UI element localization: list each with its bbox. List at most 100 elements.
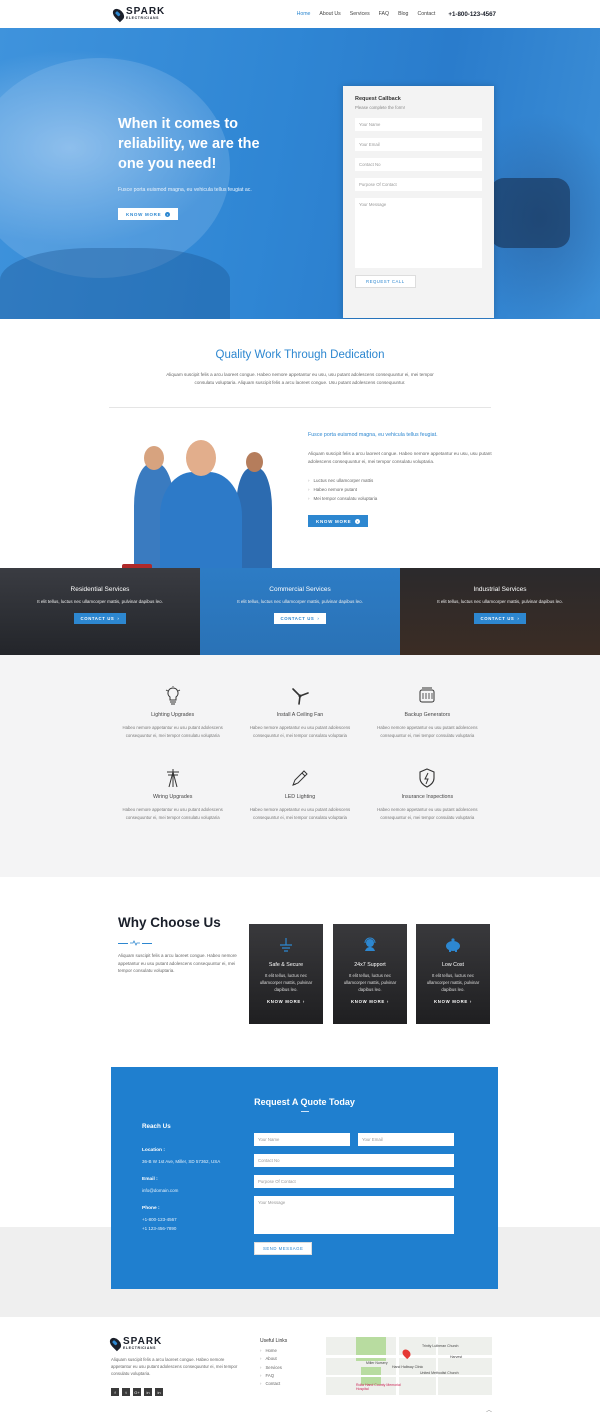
main-menu: Home About Us Services FAQ Blog Contact … — [297, 11, 496, 18]
feature-title: Wiring Upgrades — [152, 794, 193, 800]
quote-contact-field[interactable]: Contact No — [254, 1154, 454, 1167]
why-card-text: It elit tellus, luctus nec ullamcorper m… — [259, 973, 313, 992]
arrow-right-icon: › — [317, 616, 320, 621]
contact-us-button[interactable]: CONTACT US › — [273, 613, 327, 624]
instagram-icon[interactable]: in — [144, 1388, 152, 1396]
bolt-icon — [110, 6, 127, 22]
menu-faq[interactable]: FAQ — [379, 11, 389, 17]
callback-purpose-field[interactable]: Purpose Of Contact — [355, 178, 482, 191]
map-label: United Methodist Church — [420, 1371, 459, 1375]
send-message-button[interactable]: SEND MESSAGE — [254, 1242, 313, 1255]
request-call-button[interactable]: REQUEST CALL — [355, 275, 416, 288]
chevron-up-icon[interactable]: ︿ — [486, 1405, 492, 1414]
location-label: Location : — [142, 1148, 165, 1153]
twitter-icon[interactable]: t — [122, 1388, 130, 1396]
top-nav: SPARK ELECTRICIANS Home About Us Service… — [0, 0, 600, 28]
hero-paragraph: Fusce porta euismod magna, eu vehicula t… — [118, 187, 252, 193]
team-photo — [118, 424, 293, 584]
feature-item: Lighting Upgrades Habeo nemore appetantu… — [109, 685, 236, 739]
footer-link-home[interactable]: Home — [260, 1348, 287, 1353]
team-block: Fusce porta euismod magna, eu vehicula t… — [0, 408, 600, 582]
logo[interactable]: SPARK ELECTRICIANS — [110, 6, 165, 22]
team-know-more-button[interactable]: KNOW MORE › — [308, 515, 369, 527]
quote-message-field[interactable]: Your Message — [254, 1196, 454, 1234]
footer-link-faq[interactable]: FAQ — [260, 1373, 287, 1378]
hero-headline: When it comes to reliability, we are the… — [118, 116, 260, 172]
hero-section: When it comes to reliability, we are the… — [0, 28, 600, 319]
quote-purpose-field[interactable]: Purpose Of Contact — [254, 1175, 454, 1188]
footer-link-services[interactable]: Services — [260, 1365, 287, 1370]
links-title: Useful Links — [260, 1338, 288, 1344]
know-more-link[interactable]: KNOW MORE › — [416, 999, 490, 1004]
callback-message-field[interactable]: Your Message — [355, 198, 482, 268]
team-button-label: KNOW MORE — [316, 518, 352, 524]
menu-home[interactable]: Home — [297, 11, 311, 17]
service-text: It elit tellus, luctus nec ullamcorper m… — [37, 599, 163, 604]
quote-title: Request A Quote Today — [254, 1097, 355, 1107]
list-item: Luctus nec ullamcorper mattis — [308, 476, 498, 485]
why-card-title: Low Cost — [441, 962, 465, 968]
feature-title: Insurance Inspections — [401, 794, 454, 800]
list-item: Mei tempor consulatu voluptaria — [308, 494, 498, 503]
quote-email-field[interactable]: Your Email — [358, 1133, 454, 1146]
callback-name-field[interactable]: Your Name — [355, 118, 482, 131]
button-label: CONTACT US — [280, 616, 315, 621]
footer-link-contact[interactable]: Contact — [260, 1381, 287, 1386]
quality-title: Quality Work Through Dedication — [215, 349, 385, 361]
menu-contact[interactable]: Contact — [417, 11, 435, 17]
hero-know-more-button[interactable]: KNOW MORE › — [118, 208, 179, 220]
generator-icon — [364, 685, 491, 707]
headset-icon — [333, 936, 407, 954]
services-strip: Residential Services It elit tellus, luc… — [0, 568, 600, 655]
feature-item: Install A Ceiling Fan Habeo nemore appet… — [236, 685, 363, 739]
shield-icon — [364, 767, 491, 789]
footer-logo[interactable]: SPARK ELECTRICIANS — [107, 1335, 162, 1352]
facebook-icon[interactable]: f — [111, 1388, 119, 1396]
callback-title: Request Callback — [355, 96, 401, 102]
feature-item: Backup Generators Habeo nemore appetantu… — [364, 685, 491, 739]
location-map[interactable]: Trinity Lutheran Church Miller Nursery H… — [326, 1337, 492, 1395]
service-residential: Residential Services It elit tellus, luc… — [0, 568, 200, 655]
email-value[interactable]: info@domain.com — [142, 1187, 237, 1194]
why-intro: Why Choose Us Aliquam suscipit felis a a… — [118, 915, 238, 975]
contact-us-button[interactable]: CONTACT US › — [73, 613, 127, 624]
contact-us-button[interactable]: CONTACT US › — [473, 613, 527, 624]
phone-value[interactable]: +1 123-456-7890 — [142, 1225, 237, 1232]
useful-links: Useful Links Home About Services FAQ Con… — [260, 1338, 287, 1386]
know-more-link[interactable]: KNOW MORE › — [249, 999, 323, 1004]
feature-text: Habeo nemore appetantur eu usu putant ad… — [249, 807, 351, 820]
feature-title: Install A Ceiling Fan — [276, 712, 324, 718]
bullet-list: Luctus nec ullamcorper mattis Habeo nemo… — [308, 476, 498, 503]
know-more-link[interactable]: KNOW MORE › — [333, 999, 407, 1004]
map-label: Hand Hallway Clinic — [392, 1365, 424, 1369]
map-label: Harvest — [450, 1355, 463, 1359]
callback-form: Request Callback Please complete the for… — [343, 86, 494, 318]
footer-link-about[interactable]: About — [260, 1356, 287, 1361]
hero-background-shape — [0, 248, 230, 319]
linkedin-icon[interactable]: in — [155, 1388, 163, 1396]
logo-subtitle: ELECTRICIANS — [126, 16, 160, 21]
service-industrial: Industrial Services It elit tellus, luct… — [400, 568, 600, 655]
quote-name-field[interactable]: Your Name — [254, 1133, 350, 1146]
quality-lead: Aliquam suscipit felis a arcu laoreet co… — [166, 372, 434, 385]
phone-value[interactable]: +1-800-123-4567 — [142, 1216, 237, 1223]
menu-blog[interactable]: Blog — [398, 11, 408, 17]
menu-services[interactable]: Services — [350, 11, 370, 17]
email-label: Email : — [142, 1177, 158, 1182]
reach-title: Reach Us — [142, 1123, 171, 1130]
why-card-title: 24x7 Support — [354, 962, 386, 968]
callback-contact-field[interactable]: Contact No — [355, 158, 482, 171]
reach-us: Reach Us Location : 36-B W 1st Ave, Mill… — [142, 1123, 237, 1232]
logo-subtitle: ELECTRICIANS — [123, 1346, 157, 1350]
nav-phone[interactable]: +1-800-123-4567 — [448, 11, 496, 18]
arrow-right-icon: › — [517, 616, 520, 621]
title-underline — [300, 1111, 309, 1112]
why-text: Aliquam suscipit felis a arcu laoreet co… — [118, 953, 237, 973]
feature-text: Habeo nemore appetantur eu usu putant ad… — [122, 807, 223, 820]
quote-section: Request A Quote Today Reach Us Location … — [0, 1067, 600, 1317]
callback-email-field[interactable]: Your Email — [355, 138, 482, 151]
menu-about[interactable]: About Us — [319, 11, 340, 17]
arrow-right-icon: › — [355, 518, 361, 524]
pencil-icon — [236, 767, 363, 789]
google-plus-icon[interactable]: G+ — [133, 1388, 141, 1396]
